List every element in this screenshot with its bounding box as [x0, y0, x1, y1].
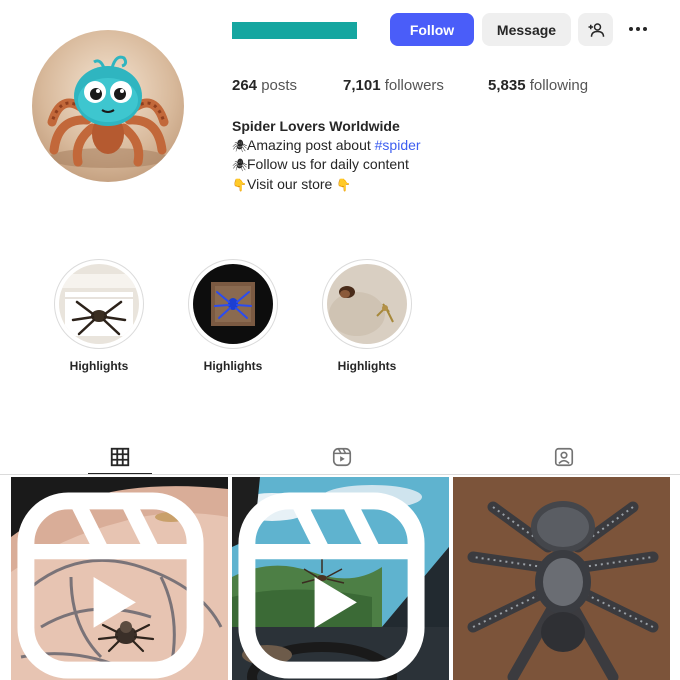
- highlight-label: Highlights: [69, 359, 129, 373]
- tab-posts[interactable]: [88, 440, 152, 474]
- post-image-tarantula: [453, 477, 670, 680]
- posts-count-value: 264: [232, 77, 258, 94]
- suggested-accounts-button[interactable]: [578, 13, 613, 46]
- pointing-down-icon: 👇: [232, 177, 247, 192]
- pointing-down-icon: 👇: [336, 177, 352, 192]
- following-count-value: 5,835: [488, 77, 526, 94]
- bio-line-1: 🕷Amazing post about #spider: [232, 136, 421, 156]
- highlight-ring[interactable]: [54, 259, 144, 349]
- posts-count-label: posts: [261, 77, 298, 94]
- reels-icon: [332, 447, 352, 467]
- following-count[interactable]: 5,835 following: [488, 77, 588, 94]
- highlight-label: Highlights: [337, 359, 397, 373]
- tagged-icon: [554, 447, 574, 467]
- follow-button[interactable]: Follow: [390, 13, 474, 46]
- profile-bio: Spider Lovers Worldwide 🕷Amazing post ab…: [232, 117, 421, 194]
- followers-count[interactable]: 7,101 followers: [343, 77, 444, 94]
- followers-count-value: 7,101: [343, 77, 381, 94]
- tab-reels[interactable]: [310, 440, 374, 474]
- highlight-thumbnail: [59, 264, 139, 344]
- followers-count-label: followers: [384, 77, 444, 94]
- spider-icon: 🕷: [232, 138, 248, 153]
- reel-indicator-icon: [17, 492, 204, 679]
- reel-indicator-icon: [238, 492, 425, 679]
- tab-tagged[interactable]: [532, 440, 596, 474]
- spider-icon: 🕷: [232, 158, 248, 172]
- highlight-ring[interactable]: [188, 259, 278, 349]
- bio-line-3: 👇Visit our store 👇: [232, 175, 421, 195]
- posts-count: 264 posts: [232, 77, 297, 94]
- post-thumbnail[interactable]: [232, 477, 449, 680]
- post-thumbnail[interactable]: [11, 477, 228, 680]
- bio-display-name: Spider Lovers Worldwide: [232, 118, 400, 134]
- grid-icon: [110, 447, 130, 466]
- bio-line-3-text: Visit our store: [247, 175, 337, 192]
- tab-divider: [0, 474, 680, 475]
- bio-line-2: 🕷Follow us for daily content: [232, 155, 421, 175]
- highlight-ring[interactable]: [322, 259, 412, 349]
- highlight-label: Highlights: [203, 359, 263, 373]
- highlight-item[interactable]: Highlights: [188, 259, 278, 373]
- post-thumbnail[interactable]: [453, 477, 670, 680]
- highlight-thumbnail: [193, 264, 273, 344]
- cartoon-spider-avatar-image: [47, 55, 169, 168]
- person-plus-icon: [588, 22, 604, 37]
- following-count-label: following: [529, 77, 589, 94]
- username-redacted: [232, 22, 357, 39]
- bio-line-2-text: Follow us for daily content: [247, 156, 409, 172]
- more-options-icon[interactable]: [624, 17, 652, 41]
- profile-avatar[interactable]: [32, 30, 184, 182]
- bio-line-1-text: Amazing post about: [247, 136, 375, 153]
- highlight-item[interactable]: Highlights: [54, 259, 144, 373]
- highlight-item[interactable]: Highlights: [322, 259, 412, 373]
- message-button[interactable]: Message: [482, 13, 571, 46]
- hashtag-link[interactable]: #spider: [375, 137, 421, 153]
- highlight-thumbnail: [327, 264, 407, 344]
